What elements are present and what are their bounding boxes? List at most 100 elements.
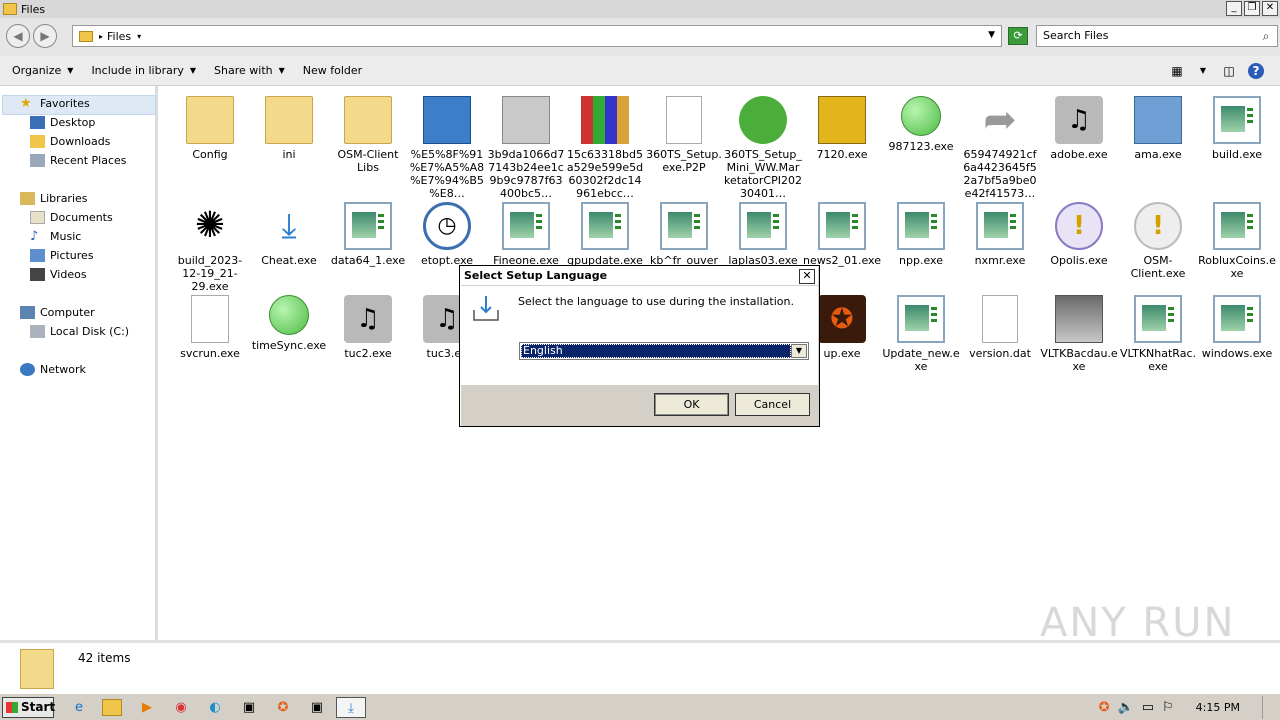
- file-item[interactable]: 7120.exe: [803, 96, 881, 161]
- file-item[interactable]: ♫ tuc2.exe: [329, 295, 407, 360]
- chevron-down-icon[interactable]: ▼: [791, 344, 807, 358]
- file-item[interactable]: 360TS_Setup.exe.P2P: [645, 96, 723, 174]
- taskbar: Start e ▶ ◉ ◐ ▣ ✪ ▣ ⤓ ✪ 🔈 ▭ ⚐ 4:15 PM: [0, 693, 1280, 720]
- file-item[interactable]: ✺ build_2023-12-19_21-29.exe: [171, 202, 249, 293]
- setup-install-icon[interactable]: ⤓: [336, 697, 366, 718]
- file-item[interactable]: kb^fr_ouver: [645, 202, 723, 267]
- app-window-icon: [739, 202, 787, 250]
- warning-icon: !: [1134, 202, 1182, 250]
- windows-logo-icon: [6, 702, 18, 713]
- cancel-button[interactable]: Cancel: [735, 393, 810, 416]
- file-item[interactable]: ama.exe: [1119, 96, 1197, 161]
- nav-music[interactable]: ♪ Music: [30, 230, 81, 243]
- file-name: 7120.exe: [816, 148, 868, 161]
- file-item[interactable]: laplas03.exe: [724, 202, 802, 267]
- file-item[interactable]: nxmr.exe: [961, 202, 1039, 267]
- app-window-icon: [660, 202, 708, 250]
- chevron-down-icon[interactable]: ▼: [1194, 62, 1212, 80]
- game-logo-icon[interactable]: ✪: [272, 697, 294, 718]
- nav-computer-label: Computer: [40, 306, 95, 319]
- ie-icon[interactable]: e: [68, 697, 90, 718]
- new-folder-button[interactable]: New folder: [303, 64, 362, 77]
- file-item[interactable]: ⤓ Cheat.exe: [250, 202, 328, 267]
- chrome-icon[interactable]: ◉: [170, 697, 192, 718]
- search-icon[interactable]: ⌕: [1257, 28, 1275, 44]
- file-item[interactable]: windows.exe: [1198, 295, 1276, 360]
- search-input[interactable]: Search Files ⌕: [1036, 25, 1278, 47]
- nav-desktop[interactable]: Desktop: [30, 116, 95, 129]
- file-item[interactable]: RobluxCoins.exe: [1198, 202, 1276, 280]
- address-dropdown-icon[interactable]: ▼: [988, 30, 995, 40]
- dialog-close-icon[interactable]: ✕: [799, 269, 815, 284]
- nav-documents[interactable]: Documents: [30, 211, 113, 224]
- download-tray-icon: ⤓: [281, 206, 297, 246]
- preview-pane-icon[interactable]: ◫: [1220, 62, 1238, 80]
- file-item[interactable]: npp.exe: [882, 202, 960, 267]
- address-box[interactable]: ▸ Files ▾ ▼: [72, 25, 1002, 47]
- file-item[interactable]: gpupdate.exe: [566, 202, 644, 267]
- nav-network[interactable]: Network: [20, 363, 86, 376]
- start-button[interactable]: Start: [2, 697, 55, 718]
- nav-libraries[interactable]: Libraries: [20, 192, 88, 205]
- file-item[interactable]: timeSync.exe: [250, 295, 328, 352]
- file-item[interactable]: ➦ 659474921cf6a4423645f52a7bf5a9be0e42f41…: [961, 96, 1039, 200]
- app-window-icon[interactable]: ▣: [306, 697, 328, 718]
- organize-button[interactable]: Organize ▼: [12, 64, 73, 77]
- volume-icon[interactable]: 🔈: [1118, 700, 1134, 715]
- nav-videos[interactable]: Videos: [30, 268, 87, 281]
- refresh-icon[interactable]: ⟳: [1008, 27, 1028, 45]
- file-item[interactable]: news2_01.exe: [803, 202, 881, 267]
- view-icon[interactable]: ▦: [1168, 62, 1186, 80]
- nav-favorites[interactable]: ★ Favorites: [20, 97, 90, 110]
- file-item[interactable]: ! OSM-Client.exe: [1119, 202, 1197, 280]
- file-item[interactable]: Update_new.exe: [882, 295, 960, 373]
- file-item[interactable]: 360TS_Setup_Mini_WW.MarketatorCPI2023040…: [724, 96, 802, 200]
- ok-button[interactable]: OK: [654, 393, 729, 416]
- file-item[interactable]: ini: [250, 96, 328, 161]
- file-item[interactable]: data64_1.exe: [329, 202, 407, 267]
- file-item[interactable]: version.dat: [961, 295, 1039, 360]
- close-button[interactable]: ✕: [1262, 1, 1278, 16]
- file-item[interactable]: 3b9da1066d77143b24ee1c9b9c9787f63400bc5…: [487, 96, 565, 200]
- forward-button[interactable]: ▶: [33, 24, 57, 48]
- back-button[interactable]: ◀: [6, 24, 30, 48]
- nav-downloads[interactable]: Downloads: [30, 135, 110, 148]
- file-item[interactable]: build.exe: [1198, 96, 1276, 161]
- clock[interactable]: 4:15 PM: [1196, 701, 1240, 714]
- shortcut-arrow-icon: ➦: [983, 97, 1017, 143]
- game-tray-icon[interactable]: ✪: [1099, 700, 1110, 715]
- nav-computer[interactable]: Computer: [20, 306, 95, 319]
- file-item[interactable]: Fineone.exe: [487, 202, 565, 267]
- pictures-icon: [30, 249, 45, 262]
- app-window-icon[interactable]: ▣: [238, 697, 260, 718]
- help-icon[interactable]: ?: [1248, 63, 1264, 79]
- nav-recent-places[interactable]: Recent Places: [30, 154, 127, 167]
- network-tray-icon[interactable]: ▭: [1142, 700, 1154, 715]
- file-item[interactable]: ! Opolis.exe: [1040, 202, 1118, 267]
- file-item[interactable]: svcrun.exe: [171, 295, 249, 360]
- language-select[interactable]: English ▼: [519, 342, 809, 360]
- edge-icon[interactable]: ◐: [204, 697, 226, 718]
- media-player-icon[interactable]: ▶: [136, 697, 158, 718]
- chevron-down-icon[interactable]: ▾: [137, 32, 141, 41]
- file-item[interactable]: ♫ adobe.exe: [1040, 96, 1118, 161]
- explorer-icon[interactable]: [102, 699, 122, 716]
- minimize-button[interactable]: _: [1226, 1, 1242, 16]
- share-with-button[interactable]: Share with ▼: [214, 64, 285, 77]
- file-item[interactable]: VLTKNhatRac.exe: [1119, 295, 1197, 373]
- file-name: ini: [282, 148, 296, 161]
- breadcrumb-files[interactable]: Files: [107, 30, 131, 43]
- file-item[interactable]: %E5%8F%91%E7%A5%A8%E7%94%B5%E8…: [408, 96, 486, 200]
- file-item[interactable]: 987123.exe: [882, 96, 960, 153]
- show-desktop-button[interactable]: [1262, 696, 1270, 719]
- action-center-icon[interactable]: ⚐: [1162, 700, 1174, 715]
- include-in-library-button[interactable]: Include in library ▼: [91, 64, 196, 77]
- file-item[interactable]: Config: [171, 96, 249, 161]
- file-item[interactable]: OSM-Client Libs: [329, 96, 407, 174]
- nav-pictures[interactable]: Pictures: [30, 249, 94, 262]
- file-item[interactable]: VLTKBacdau.exe: [1040, 295, 1118, 373]
- file-item[interactable]: 15c63318bd5a529e599e5d60302f2dc14961ebcc…: [566, 96, 644, 200]
- file-item[interactable]: ◷ etopt.exe: [408, 202, 486, 267]
- maximize-button[interactable]: ❐: [1244, 1, 1260, 16]
- nav-local-disk[interactable]: Local Disk (C:): [30, 325, 129, 338]
